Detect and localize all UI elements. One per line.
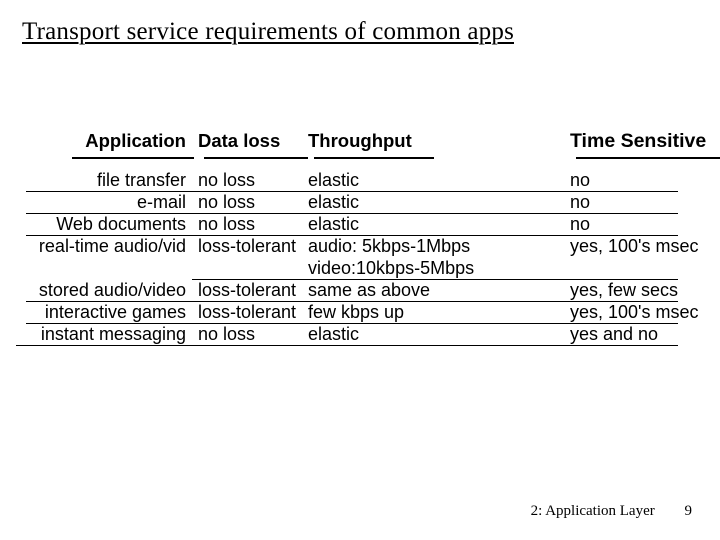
cell-app: stored audio/video (6, 280, 198, 301)
cell-app: Web documents (6, 214, 198, 235)
table-row: e-mailno losselasticno (6, 192, 718, 214)
cell-loss: no loss (198, 324, 308, 345)
header-time-sensitive: Time Sensitive (570, 130, 718, 153)
footer-chapter: 2: Application Layer (531, 503, 655, 519)
row-underline (16, 345, 678, 346)
cell-thr: same as above (308, 280, 570, 301)
slide: Transport service requirements of common… (0, 0, 720, 540)
cell-time: no (570, 214, 718, 235)
cell-thr: few kbps up (308, 302, 570, 323)
cell-time: yes, 100's msec (570, 302, 718, 323)
cell-thr: video:10kbps-5Mbps (308, 258, 570, 279)
table-row: interactive gamesloss-tolerantfew kbps u… (6, 302, 718, 324)
slide-footer: 2: Application Layer 9 (531, 503, 692, 520)
footer-page-number: 9 (685, 503, 693, 519)
cell-time: yes, 100's msec (570, 236, 718, 257)
cell-loss: loss-tolerant (198, 280, 308, 301)
cell-app: e-mail (6, 192, 198, 213)
cell-time: yes, few secs (570, 280, 718, 301)
cell-loss: no loss (198, 170, 308, 191)
cell-thr: elastic (308, 192, 570, 213)
table-row: Web documentsno losselasticno (6, 214, 718, 236)
requirements-table: Application Data loss Throughput Time Se… (6, 130, 718, 346)
header-throughput: Throughput (308, 130, 570, 152)
cell-loss: no loss (198, 192, 308, 213)
table-row: real-time audio/vidloss-tolerantaudio: 5… (6, 236, 718, 258)
cell-app: real-time audio/vid (6, 236, 198, 257)
cell-loss: loss-tolerant (198, 302, 308, 323)
cell-thr: audio: 5kbps-1Mbps (308, 236, 570, 257)
cell-app: file transfer (6, 170, 198, 191)
header-underline (576, 157, 720, 159)
cell-loss: no loss (198, 214, 308, 235)
header-underline (204, 157, 308, 159)
cell-thr: elastic (308, 214, 570, 235)
header-application: Application (6, 130, 198, 152)
cell-thr: elastic (308, 324, 570, 345)
cell-loss: loss-tolerant (198, 236, 308, 257)
table-row: stored audio/videoloss-tolerantsame as a… (6, 280, 718, 302)
table-header-row: Application Data loss Throughput Time Se… (6, 130, 718, 156)
cell-thr: elastic (308, 170, 570, 191)
header-data-loss: Data loss (198, 130, 308, 152)
cell-time: yes and no (570, 324, 718, 345)
table-row: video:10kbps-5Mbps (6, 258, 718, 280)
cell-app: interactive games (6, 302, 198, 323)
header-underline (72, 157, 194, 159)
table-row: instant messagingno losselasticyes and n… (6, 324, 718, 346)
cell-time: no (570, 192, 718, 213)
slide-title: Transport service requirements of common… (22, 18, 514, 46)
cell-time: no (570, 170, 718, 191)
cell-app: instant messaging (6, 324, 198, 345)
table-row: file transferno losselasticno (6, 170, 718, 192)
header-underline (314, 157, 434, 159)
